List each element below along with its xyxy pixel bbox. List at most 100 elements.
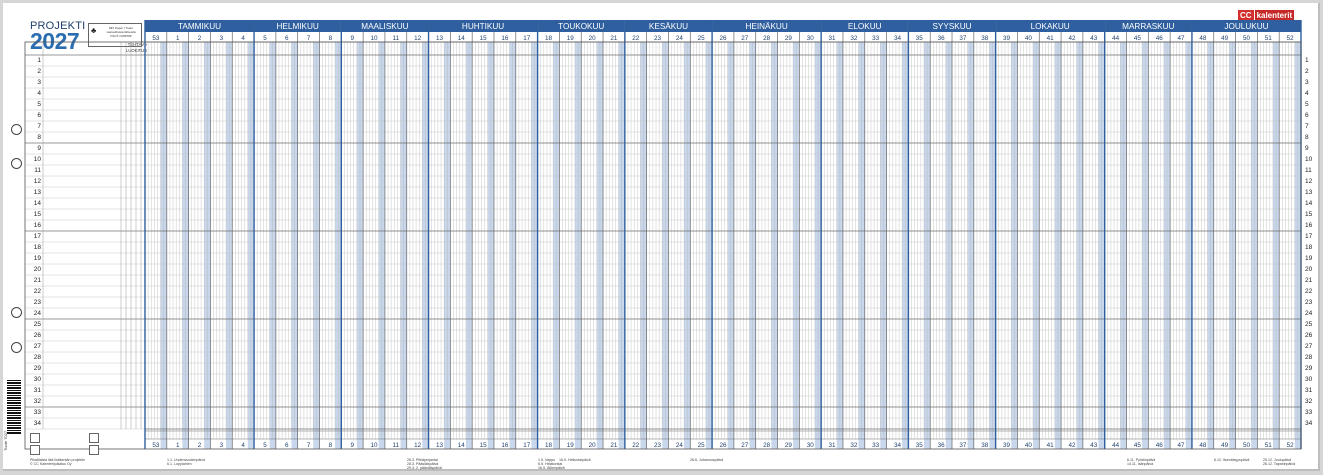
day-number: · (448, 433, 449, 436)
row-number-left: 12 (33, 178, 41, 185)
day-number: · (473, 433, 474, 436)
day-number: · (1199, 433, 1200, 436)
week-number-bottom: 8 (329, 442, 333, 449)
day-number: · (261, 46, 262, 49)
day-number: · (467, 433, 468, 436)
row-number-right: 32 (1305, 398, 1313, 405)
day-number: · (489, 433, 490, 436)
day-number: · (928, 46, 929, 49)
day-number: · (997, 46, 998, 49)
week-number: 19 (567, 35, 575, 42)
week-number: 45 (1134, 35, 1142, 42)
day-number: · (464, 46, 465, 49)
day-number: · (878, 46, 879, 49)
day-number: · (838, 433, 839, 436)
day-number: · (215, 433, 216, 436)
day-number: · (825, 433, 826, 436)
day-number: · (1031, 46, 1032, 49)
day-number: · (679, 46, 680, 49)
day-number: · (327, 433, 328, 436)
day-number: · (1100, 46, 1101, 49)
day-number: · (984, 46, 985, 49)
week-number-bottom: 42 (1068, 442, 1076, 449)
day-number: · (573, 46, 574, 49)
day-number: · (900, 433, 901, 436)
day-number: · (1274, 433, 1275, 436)
day-number: · (579, 433, 580, 436)
day-number: · (844, 46, 845, 49)
month-label: HUHTIKUU (462, 22, 504, 31)
day-number: · (838, 46, 839, 49)
day-number: · (246, 433, 247, 436)
day-number: · (561, 433, 562, 436)
day-number: · (757, 433, 758, 436)
day-number: · (732, 433, 733, 436)
day-number: · (177, 433, 178, 436)
day-number: · (152, 433, 153, 436)
day-number: · (1006, 433, 1007, 436)
day-number: · (978, 46, 979, 49)
week-number-bottom: 50 (1243, 442, 1251, 449)
row-number-right: 16 (1305, 222, 1313, 229)
day-number: · (255, 433, 256, 436)
day-number: · (1184, 46, 1185, 49)
day-number: · (1100, 433, 1101, 436)
day-number: · (763, 433, 764, 436)
planner-sheet: PROJEKTI 2027 ♣ MIX Paper | Tuotu vastuu… (3, 3, 1320, 471)
day-number: · (1252, 46, 1253, 49)
day-number: · (529, 46, 530, 49)
day-number: · (1146, 46, 1147, 49)
day-number: · (224, 46, 225, 49)
week-number: 38 (981, 35, 989, 42)
row-number-left: 7 (37, 123, 41, 130)
week-number-bottom: 21 (610, 442, 618, 449)
day-number: · (719, 433, 720, 436)
week-number: 51 (1265, 35, 1273, 42)
day-number: · (698, 433, 699, 436)
row-number-left: 24 (33, 310, 41, 317)
day-number: · (1240, 433, 1241, 436)
day-number: · (875, 46, 876, 49)
day-number: · (514, 46, 515, 49)
day-number: · (1265, 46, 1266, 49)
day-number: · (1224, 433, 1225, 436)
day-number: · (947, 433, 948, 436)
row-number-right: 9 (1305, 145, 1309, 152)
day-number: · (582, 46, 583, 49)
day-number: · (1065, 46, 1066, 49)
month-label: TOUKOKUU (558, 22, 604, 31)
barcode (7, 380, 21, 435)
day-number: · (651, 46, 652, 49)
row-number-left: 20 (33, 266, 41, 273)
day-number: · (367, 433, 368, 436)
day-number: · (598, 46, 599, 49)
day-number: · (663, 46, 664, 49)
day-number: · (1187, 433, 1188, 436)
day-number: · (938, 433, 939, 436)
week-number: 47 (1178, 35, 1186, 42)
row-number-right: 20 (1305, 266, 1313, 273)
day-number: · (417, 46, 418, 49)
day-number: · (1221, 46, 1222, 49)
day-number: · (330, 46, 331, 49)
day-number: · (383, 46, 384, 49)
day-number: · (604, 46, 605, 49)
day-number: · (495, 433, 496, 436)
day-number: · (1153, 46, 1154, 49)
day-number: · (601, 433, 602, 436)
day-number: · (293, 433, 294, 436)
day-number: · (1268, 433, 1269, 436)
day-number: · (841, 46, 842, 49)
day-number: · (1137, 46, 1138, 49)
week-number: 1 (176, 35, 180, 42)
day-number: · (492, 46, 493, 49)
row-number-right: 18 (1305, 244, 1313, 251)
day-number: · (545, 46, 546, 49)
day-number: · (339, 433, 340, 436)
day-number: · (966, 46, 967, 49)
day-number: · (526, 46, 527, 49)
day-number: · (1202, 46, 1203, 49)
day-number: · (268, 46, 269, 49)
week-number: 37 (959, 35, 967, 42)
day-number: · (283, 46, 284, 49)
